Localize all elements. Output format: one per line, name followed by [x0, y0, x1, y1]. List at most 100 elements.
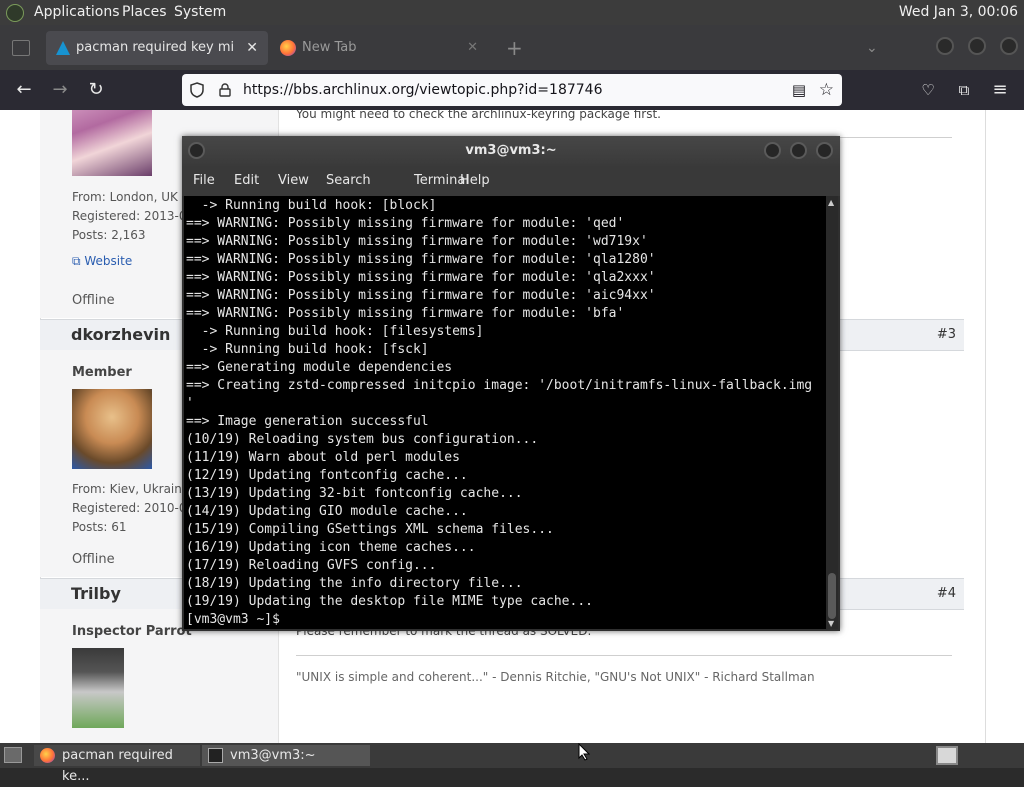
- tab-overview-icon[interactable]: [12, 40, 30, 56]
- terminal-scrollbar[interactable]: ▲ ▼: [826, 196, 838, 629]
- terminal-line: -> Running build hook: [fsck]: [186, 342, 429, 357]
- user-posts: Posts: 2,163: [72, 228, 146, 242]
- terminal-line: (14/19) Updating GIO module cache...: [186, 504, 468, 519]
- taskbar-item-firefox[interactable]: pacman required ke...: [34, 745, 200, 784]
- user-avatar: [72, 110, 152, 176]
- applications-menu[interactable]: Applications: [34, 4, 120, 20]
- user-role: Inspector Parrot: [72, 624, 192, 639]
- terminal-line: (15/19) Compiling GSettings XML schema f…: [186, 522, 554, 537]
- forward-arrow-icon[interactable]: →: [48, 78, 72, 102]
- bottom-taskbar: pacman required ke... vm3@vm3:~: [0, 743, 1024, 784]
- archlinux-favicon-icon: [56, 41, 70, 55]
- bookmark-star-icon[interactable]: ☆: [819, 74, 834, 106]
- terminal-close-button[interactable]: [816, 142, 833, 159]
- terminal-line: -> Running build hook: [block]: [186, 198, 437, 213]
- user-status: Offline: [72, 293, 115, 308]
- user-avatar: [72, 648, 124, 728]
- browser-navigation-bar: ← → ↻ https://bbs.archlinux.org/viewtopi…: [0, 70, 1024, 110]
- terminal-line: ==> WARNING: Possibly missing firmware f…: [186, 306, 625, 321]
- post-signature: "UNIX is simple and coherent..." - Denni…: [296, 670, 815, 684]
- terminal-line: [vm3@vm3 ~]$: [186, 612, 288, 627]
- reload-icon[interactable]: ↻: [84, 78, 108, 102]
- tab-close-icon[interactable]: ✕: [246, 31, 258, 65]
- terminal-line: (11/19) Warn about old perl modules: [186, 450, 460, 465]
- terminal-line: ==> Generating module dependencies: [186, 360, 453, 375]
- address-bar[interactable]: https://bbs.archlinux.org/viewtopic.php?…: [182, 74, 842, 106]
- terminal-line: (12/19) Updating fontconfig cache...: [186, 468, 468, 483]
- workspace-switcher[interactable]: [936, 746, 958, 765]
- terminal-line: (19/19) Updating the desktop file MIME t…: [186, 594, 593, 609]
- scroll-up-icon[interactable]: ▲: [828, 198, 834, 207]
- terminal-line: ==> WARNING: Possibly missing firmware f…: [186, 216, 625, 231]
- terminal-line: ==> WARNING: Possibly missing firmware f…: [186, 288, 656, 303]
- terminal-icon: [208, 748, 223, 763]
- list-all-tabs-chevron-icon[interactable]: ⌄: [866, 31, 878, 65]
- terminal-line: (13/19) Updating 32-bit fontconfig cache…: [186, 486, 523, 501]
- scroll-down-icon[interactable]: ▼: [828, 619, 834, 628]
- taskbar-item-label: pacman required ke...: [62, 748, 173, 784]
- user-from: From: Kiev, Ukraine: [72, 482, 190, 496]
- terminal-menubar: File Edit View Search Terminal Help: [182, 166, 840, 196]
- terminal-line: ==> WARNING: Possibly missing firmware f…: [186, 234, 648, 249]
- back-arrow-icon[interactable]: ←: [12, 78, 36, 102]
- tab-new-tab[interactable]: New Tab ✕: [272, 31, 492, 65]
- firefox-icon: [40, 748, 55, 763]
- panel-clock[interactable]: Wed Jan 3, 00:06: [899, 4, 1018, 20]
- close-window-button[interactable]: [1000, 37, 1018, 55]
- menu-search[interactable]: Search: [326, 173, 371, 188]
- minimize-window-button[interactable]: [936, 37, 954, 55]
- user-status: Offline: [72, 552, 115, 567]
- user-registered: Registered: 2010-04-: [72, 501, 199, 515]
- mouse-cursor-icon: [578, 743, 590, 761]
- maximize-window-button[interactable]: [968, 37, 986, 55]
- new-tab-plus-icon[interactable]: +: [506, 31, 523, 65]
- terminal-minimize-button[interactable]: [764, 142, 781, 159]
- post-author[interactable]: Trilby: [71, 584, 121, 603]
- post-author[interactable]: dkorzhevin: [71, 325, 170, 344]
- user-role: Member: [72, 365, 132, 380]
- terminal-line: ==> WARNING: Possibly missing firmware f…: [186, 252, 656, 267]
- user-posts: Posts: 61: [72, 520, 127, 534]
- extensions-puzzle-icon[interactable]: ⧉: [952, 78, 976, 102]
- post-number-link[interactable]: #3: [937, 327, 956, 342]
- terminal-line: ==> Image generation successful: [186, 414, 429, 429]
- menu-help[interactable]: Help: [460, 173, 490, 188]
- lock-icon[interactable]: [219, 83, 231, 97]
- pocket-icon[interactable]: ♡: [916, 78, 940, 102]
- show-desktop-icon[interactable]: [4, 747, 22, 763]
- terminal-titlebar[interactable]: vm3@vm3:~: [182, 136, 840, 166]
- terminal-line: (16/19) Updating icon theme caches...: [186, 540, 476, 555]
- tab-title: pacman required key missin: [76, 40, 234, 55]
- user-website-link[interactable]: ⧉ Website: [72, 254, 132, 269]
- browser-tab-bar: pacman required key missin ✕ New Tab ✕ +…: [0, 25, 1024, 70]
- tab-pacman-key-missing[interactable]: pacman required key missin ✕: [46, 31, 268, 65]
- reader-view-icon[interactable]: ▤: [792, 74, 806, 106]
- distro-logo-icon[interactable]: [6, 4, 24, 22]
- top-panel: Applications Places System Wed Jan 3, 00…: [0, 0, 1024, 25]
- post-body-text: You might need to check the archlinux-ke…: [296, 110, 661, 121]
- tab-title: New Tab: [302, 40, 357, 55]
- taskbar-item-label: vm3@vm3:~: [230, 748, 316, 763]
- terminal-line: ==> WARNING: Possibly missing firmware f…: [186, 270, 656, 285]
- system-menu[interactable]: System: [174, 4, 226, 20]
- terminal-window[interactable]: vm3@vm3:~ File Edit View Search Terminal…: [182, 136, 840, 631]
- menu-edit[interactable]: Edit: [234, 173, 259, 188]
- taskbar-item-terminal[interactable]: vm3@vm3:~: [202, 745, 370, 766]
- places-menu[interactable]: Places: [122, 4, 167, 20]
- terminal-line: (17/19) Reloading GVFS config...: [186, 558, 437, 573]
- scrollbar-thumb[interactable]: [828, 573, 836, 619]
- user-from: From: London, UK: [72, 190, 178, 204]
- terminal-output[interactable]: -> Running build hook: [block] ==> WARNIN…: [184, 196, 826, 629]
- terminal-maximize-button[interactable]: [790, 142, 807, 159]
- user-avatar: [72, 389, 152, 469]
- menu-view[interactable]: View: [278, 173, 309, 188]
- post-number-link[interactable]: #4: [937, 586, 956, 601]
- url-text[interactable]: https://bbs.archlinux.org/viewtopic.php?…: [243, 74, 602, 106]
- user-registered: Registered: 2013-06-: [72, 209, 199, 223]
- hamburger-menu-icon[interactable]: ≡: [988, 78, 1012, 102]
- website-label: Website: [84, 254, 133, 268]
- tracking-protection-shield-icon[interactable]: [190, 82, 204, 98]
- tab-close-icon[interactable]: ✕: [467, 31, 478, 65]
- signature-divider: [296, 655, 952, 656]
- menu-file[interactable]: File: [193, 173, 215, 188]
